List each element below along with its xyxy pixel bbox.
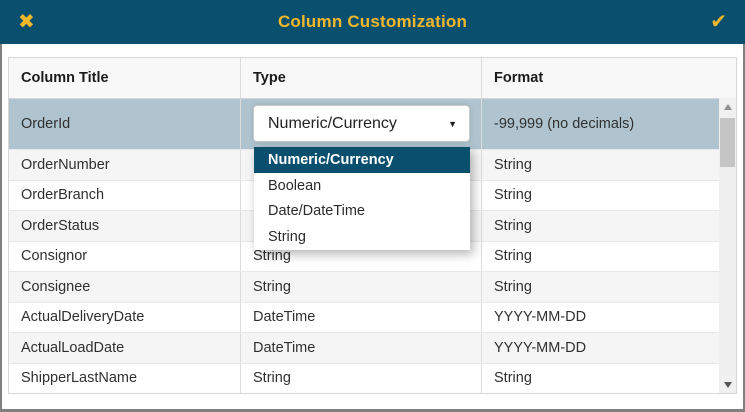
cell-type: String (241, 363, 482, 393)
cell-column-title: Consignee (9, 272, 241, 302)
cell-column-title: OrderId (9, 99, 241, 149)
cell-format: -99,999 (no decimals) (494, 116, 635, 132)
cell-format: String (494, 156, 532, 173)
header-column-title: Column Title (9, 58, 241, 98)
type-select-value: Numeric/Currency (268, 114, 397, 132)
dropdown-option[interactable]: String (254, 224, 470, 250)
cell-type: String (241, 272, 482, 302)
cell-column-title: ActualLoadDate (9, 333, 241, 363)
cell-type: DateTime (241, 333, 482, 363)
dialog-border-left (0, 44, 2, 412)
table-header-row: Column Title Type Format (9, 58, 736, 99)
scroll-up-button[interactable] (719, 98, 736, 115)
chevron-down-icon: ▼ (448, 118, 457, 129)
cell-format: YYYY-MM-DD (494, 339, 587, 356)
dialog-title: Column Customization (277, 12, 468, 31)
vertical-scrollbar[interactable] (719, 98, 736, 393)
cell-column-title: Consignor (9, 241, 241, 271)
close-icon: ✖ (18, 11, 35, 33)
type-select[interactable]: Numeric/Currency ▼ (253, 105, 470, 142)
cell-format: String (494, 278, 532, 295)
triangle-up-icon (723, 103, 732, 110)
cell-column-title: ActualDeliveryDate (9, 302, 241, 332)
cell-format: String (494, 248, 532, 265)
table-row[interactable]: Consignee String String (9, 272, 736, 303)
dropdown-option[interactable]: Numeric/Currency (254, 147, 470, 173)
dialog-titlebar: ✖ Column Customization ✔ (0, 0, 745, 44)
dropdown-option[interactable]: Date/DateTime (254, 199, 470, 225)
cell-column-title: ShipperLastName (9, 363, 241, 393)
confirm-button[interactable]: ✔ (710, 12, 727, 32)
column-customization-dialog: ✖ Column Customization ✔ Column Title Ty… (0, 0, 745, 412)
check-icon: ✔ (710, 11, 727, 33)
table-row[interactable]: ActualDeliveryDate DateTime YYYY-MM-DD (9, 302, 736, 333)
header-format: Format (494, 70, 544, 86)
cell-format: String (494, 370, 532, 387)
cell-format: YYYY-MM-DD (494, 309, 587, 326)
scrollbar-thumb[interactable] (720, 118, 735, 167)
scroll-down-button[interactable] (719, 376, 736, 393)
dropdown-option[interactable]: Boolean (254, 173, 470, 199)
table-row[interactable]: ShipperLastName String String (9, 363, 736, 393)
cell-column-title: OrderStatus (9, 211, 241, 241)
cell-type: DateTime (241, 302, 482, 332)
triangle-down-icon (723, 381, 732, 388)
type-options-list: Numeric/Currency Boolean Date/DateTime Stri… (254, 147, 470, 250)
cell-format: String (494, 217, 532, 234)
cell-column-title: OrderNumber (9, 150, 241, 180)
table-row[interactable]: ActualLoadDate DateTime YYYY-MM-DD (9, 333, 736, 364)
cell-format: String (494, 187, 532, 204)
cell-column-title: OrderBranch (9, 180, 241, 210)
header-type: Type (241, 58, 482, 98)
close-button[interactable]: ✖ (18, 12, 35, 32)
